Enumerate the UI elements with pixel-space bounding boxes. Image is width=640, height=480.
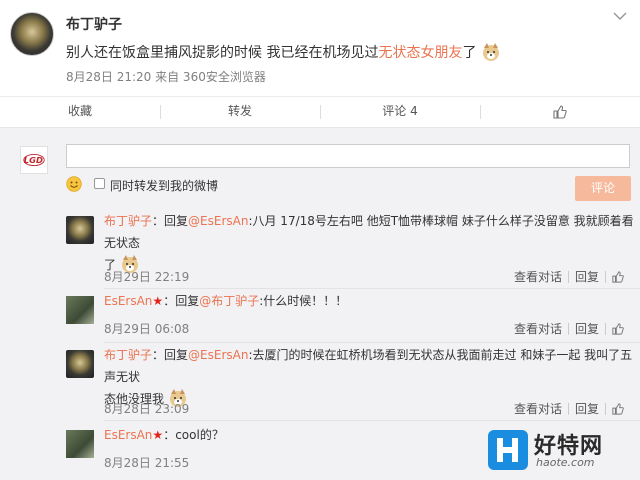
reply-link[interactable]: 回复 (575, 402, 599, 416)
comment-time: 8月29日 22:19 (104, 270, 190, 284)
action-divider (605, 323, 607, 335)
thumbs-up-icon[interactable] (612, 403, 624, 415)
mention-link[interactable]: @EsErsAn (188, 348, 248, 362)
post-text-highlight[interactable]: 无状态女朋友 (378, 45, 462, 61)
repost-checkbox-label: 同时转发到我的微博 (110, 179, 219, 193)
commenter-avatar[interactable] (66, 430, 94, 458)
repost-button[interactable]: 转发 (160, 97, 320, 128)
comment-username[interactable]: EsErsAn (104, 428, 152, 442)
post-action-bar: 收藏 转发 评论 4 (0, 96, 640, 127)
thumbs-up-icon[interactable] (612, 323, 624, 335)
thumbs-up-icon[interactable] (612, 271, 624, 283)
comment-item: 布丁驴子：回复@EsErsAn:八月 17/18号左右吧 他短T恤带棒球帽 妹子… (66, 214, 640, 286)
comment-actions: 查看对话 回复 (514, 320, 624, 337)
comment-username[interactable]: EsErsAn (104, 294, 152, 308)
chevron-down-icon[interactable] (612, 10, 628, 22)
watermark-logo-icon (488, 430, 528, 470)
comment-line1: cool的？ (175, 428, 224, 442)
comment-item: EsErsAn★：回复@布丁驴子:什么时候！！！ 8月29日 06:08 查看对… (66, 294, 640, 340)
weibo-post-card: 布丁驴子 别人还在饭盒里捕风捉影的时候 我已经在机场见过无状态女朋友了 8月28… (0, 0, 640, 128)
comment-input[interactable] (66, 144, 630, 168)
watermark-url: haote.com (536, 456, 595, 469)
comment-button[interactable]: 评论 4 (320, 97, 480, 128)
current-user-avatar: LGD (20, 146, 48, 174)
mention-link[interactable]: @布丁驴子 (199, 294, 259, 308)
action-divider (605, 403, 607, 415)
action-divider (605, 271, 607, 283)
comment-time: 8月28日 21:55 (104, 456, 190, 470)
comment-time: 8月28日 23:09 (104, 402, 190, 416)
commenter-avatar[interactable] (66, 216, 94, 244)
action-divider (568, 403, 570, 415)
thumbs-up-icon (553, 105, 567, 119)
comment-text: 布丁驴子：回复@EsErsAn:八月 17/18号左右吧 他短T恤带棒球帽 妹子… (104, 210, 640, 276)
like-button[interactable] (480, 97, 640, 128)
reply-prefix: ：回复 (152, 214, 189, 228)
comment-item: 布丁驴子：回复@EsErsAn:去厦门的时候在虹桥机场看到无状态从我面前走过 和… (66, 348, 640, 416)
comment-username[interactable]: 布丁驴子 (104, 214, 152, 228)
view-conversation-link[interactable]: 查看对话 (514, 322, 562, 336)
post-content: 别人还在饭盒里捕风捉影的时候 我已经在机场见过无状态女朋友了 (66, 42, 501, 62)
repost-checkbox[interactable] (94, 178, 105, 189)
comment-text: EsErsAn★：cool的？ (104, 424, 504, 446)
verified-star-icon: ★ (152, 428, 164, 442)
comment-divider (104, 288, 640, 289)
comment-actions: 查看对话 回复 (514, 400, 624, 417)
mention-link[interactable]: @EsErsAn (188, 214, 248, 228)
reply-link[interactable]: 回复 (575, 270, 599, 284)
reply-link[interactable]: 回复 (575, 322, 599, 336)
post-text-prefix: 别人还在饭盒里捕风捉影的时候 我已经在机场见过 (66, 45, 379, 61)
site-watermark: 好特网 haote.com (488, 426, 638, 476)
emoji-picker-icon[interactable] (66, 176, 82, 192)
lgd-logo-icon: LGD (23, 153, 45, 167)
favorite-button[interactable]: 收藏 (0, 97, 160, 128)
comment-text: EsErsAn★：回复@布丁驴子:什么时候！！！ (104, 290, 640, 312)
post-meta: 8月28日 21:20 来自 360安全浏览器 (66, 70, 266, 84)
verified-star-icon: ★ (152, 294, 164, 308)
view-conversation-link[interactable]: 查看对话 (514, 402, 562, 416)
view-conversation-link[interactable]: 查看对话 (514, 270, 562, 284)
action-divider (568, 271, 570, 283)
reply-prefix: ：回复 (152, 348, 189, 362)
comment-line1: :什么时候！！！ (259, 294, 348, 308)
comment-actions: 查看对话 回复 (514, 268, 624, 285)
dog-emoji-icon (482, 43, 499, 61)
submit-comment-button[interactable]: 评论 (575, 176, 631, 201)
post-author-name[interactable]: 布丁驴子 (66, 14, 122, 34)
comment-divider (104, 420, 640, 421)
reply-prefix: ：回复 (163, 294, 200, 308)
comment-time: 8月29日 06:08 (104, 322, 190, 336)
post-text-suffix: 了 (462, 45, 477, 61)
commenter-avatar[interactable] (66, 350, 94, 378)
reply-prefix: ： (163, 428, 176, 442)
action-divider (568, 323, 570, 335)
post-author-avatar[interactable] (10, 12, 54, 56)
comment-username[interactable]: 布丁驴子 (104, 348, 152, 362)
comment-divider (104, 342, 640, 343)
commenter-avatar[interactable] (66, 296, 94, 324)
